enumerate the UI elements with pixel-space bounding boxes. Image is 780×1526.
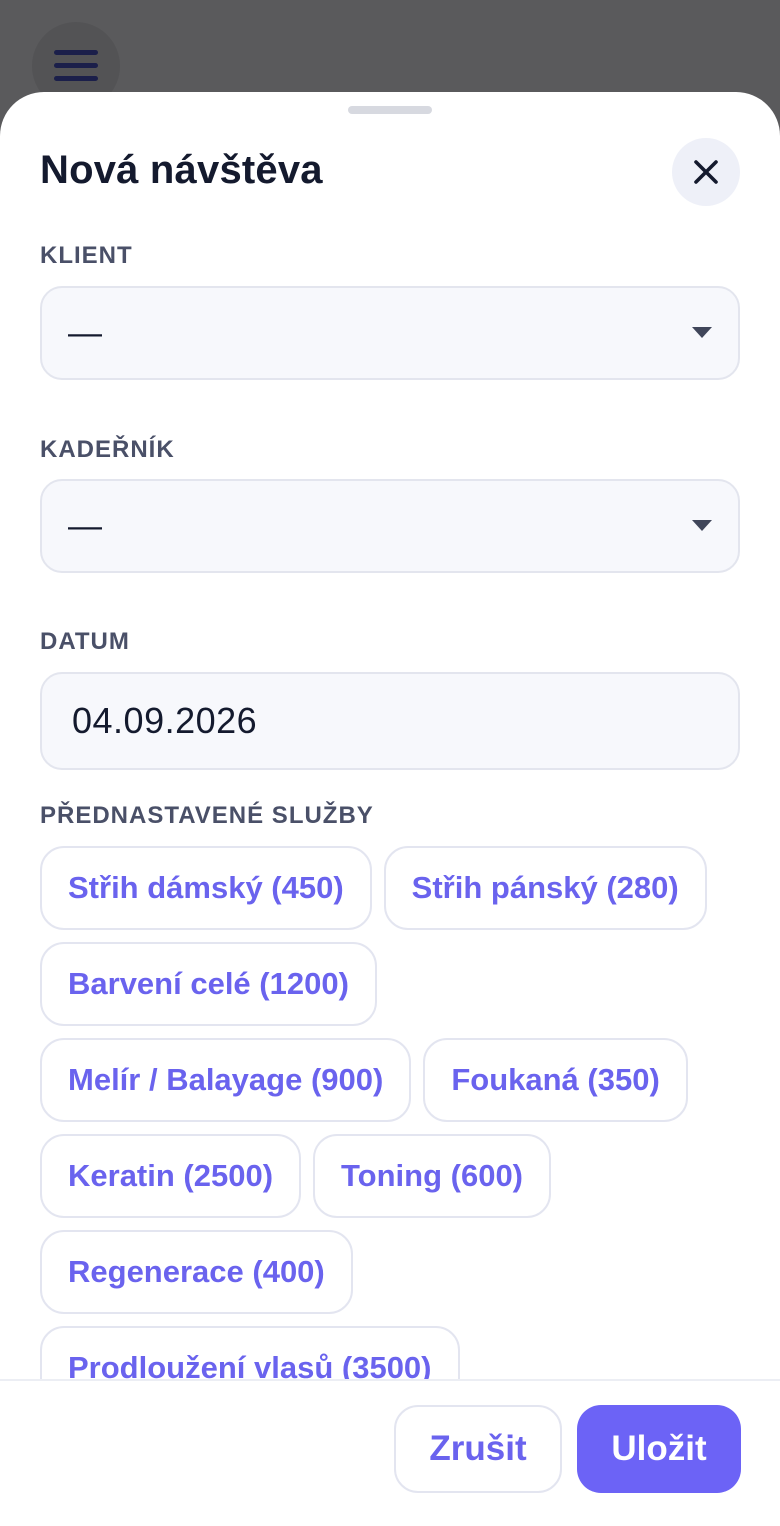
service-chip[interactable]: Regenerace (400) bbox=[40, 1230, 353, 1314]
close-icon bbox=[694, 160, 718, 184]
sheet-footer: Zrušit Uložit bbox=[0, 1379, 780, 1526]
new-visit-sheet: Nová návštěva KLIENT — KADEŘNÍK — DATUM … bbox=[0, 92, 780, 1526]
caret-down-icon bbox=[692, 520, 712, 531]
service-chip[interactable]: Toning (600) bbox=[313, 1134, 552, 1218]
service-chip[interactable]: Střih dámský (450) bbox=[40, 846, 372, 930]
hamburger-icon bbox=[54, 50, 98, 81]
hairdresser-select-value: — bbox=[68, 506, 102, 545]
service-chip[interactable]: Foukaná (350) bbox=[423, 1038, 688, 1122]
date-label: DATUM bbox=[40, 628, 130, 655]
service-chip[interactable]: Barvení celé (1200) bbox=[40, 942, 377, 1026]
service-chip[interactable]: Melír / Balayage (900) bbox=[40, 1038, 412, 1122]
sheet-grabber-handle[interactable] bbox=[348, 106, 432, 114]
sheet-title: Nová návštěva bbox=[40, 148, 323, 192]
service-chip[interactable]: Střih pánský (280) bbox=[383, 846, 707, 930]
client-select[interactable]: — bbox=[40, 286, 740, 380]
hairdresser-label: KADEŘNÍK bbox=[40, 436, 175, 463]
save-button[interactable]: Uložit bbox=[577, 1405, 741, 1493]
client-label: KLIENT bbox=[40, 242, 133, 269]
client-select-value: — bbox=[68, 313, 102, 352]
cancel-button[interactable]: Zrušit bbox=[394, 1405, 562, 1493]
caret-down-icon bbox=[692, 327, 712, 338]
hairdresser-select[interactable]: — bbox=[40, 479, 740, 573]
close-button[interactable] bbox=[672, 138, 740, 206]
date-input[interactable]: 04.09.2026 bbox=[40, 672, 740, 770]
service-chip[interactable]: Keratin (2500) bbox=[40, 1134, 302, 1218]
services-label: PŘEDNASTAVENÉ SLUŽBY bbox=[40, 802, 374, 829]
service-chip-list: Střih dámský (450) Střih pánský (280) Ba… bbox=[40, 846, 740, 1410]
